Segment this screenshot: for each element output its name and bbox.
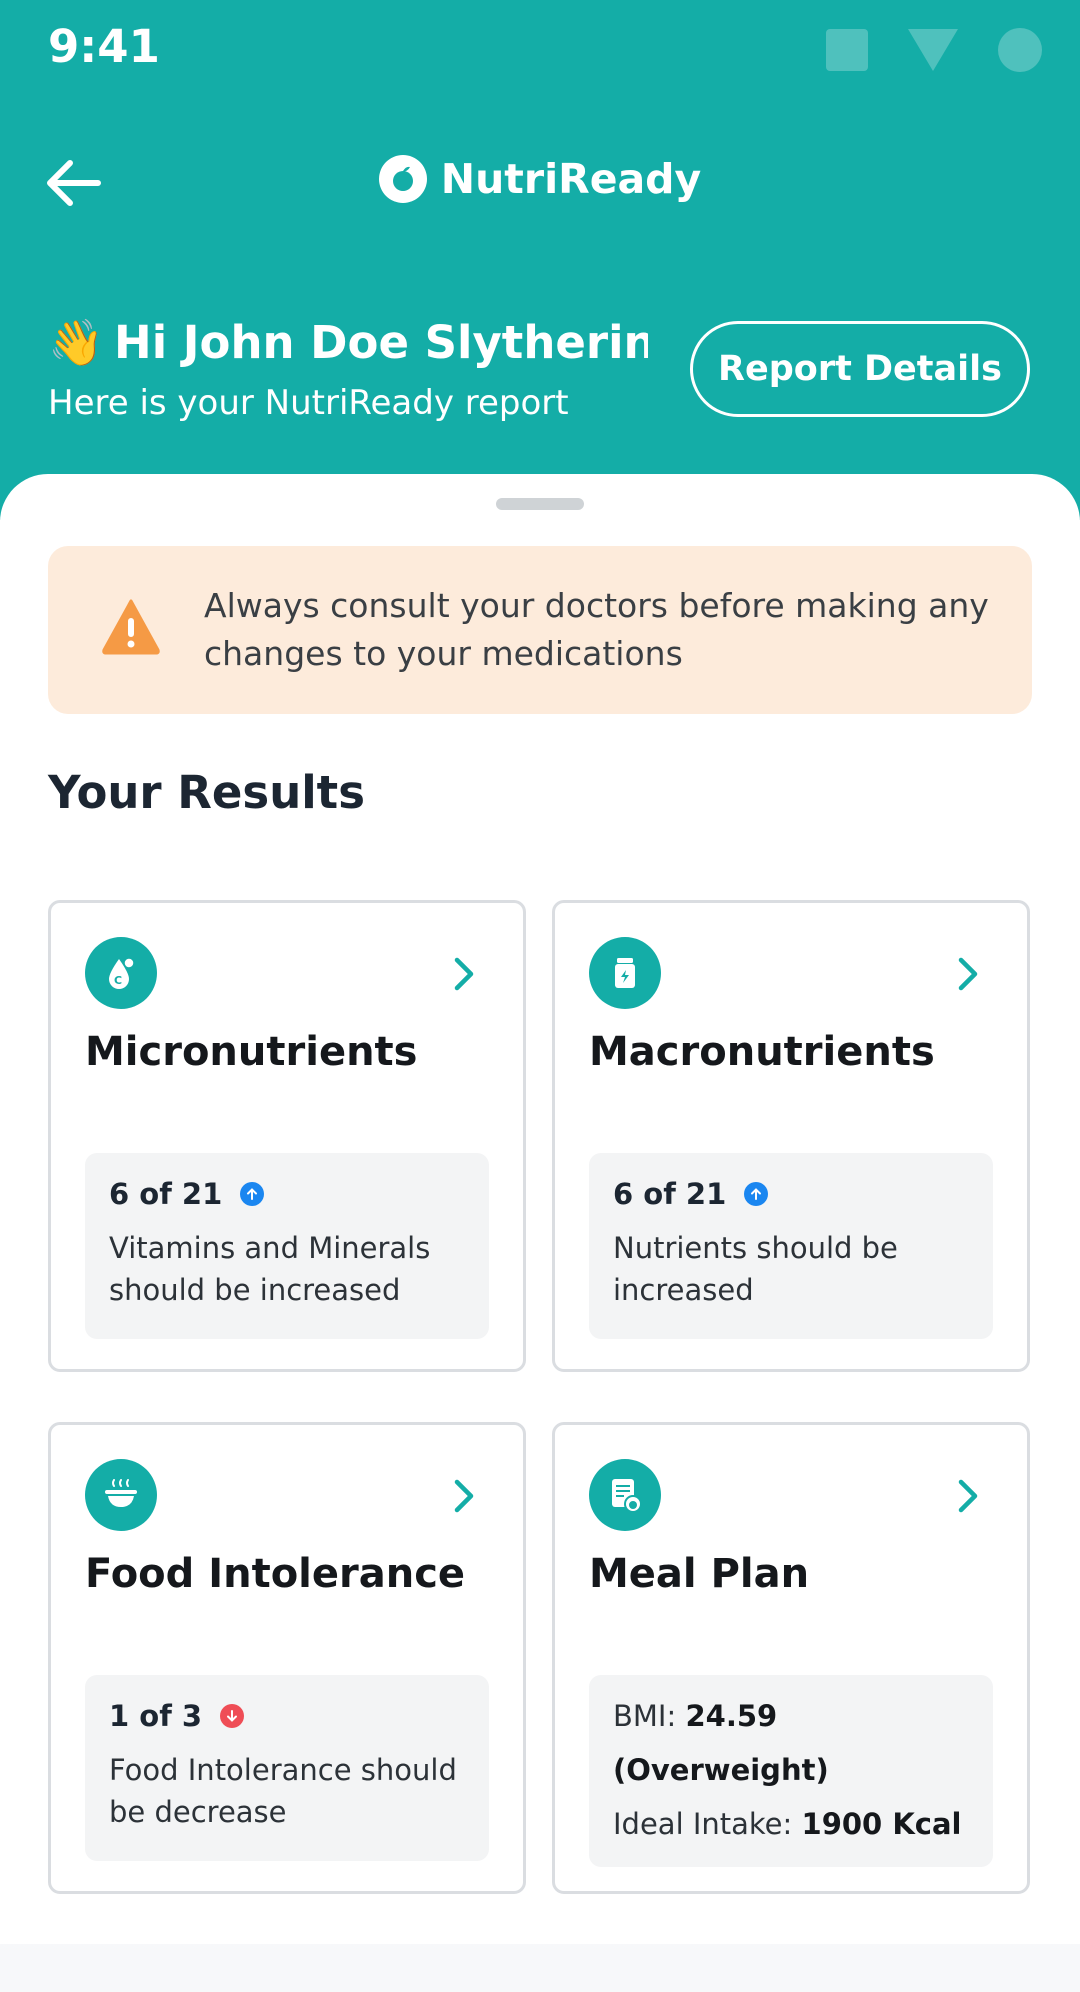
stat-line: 1 of 3 (109, 1699, 465, 1733)
food-intolerance-card[interactable]: Food Intolerance 1 of 3 Food Intolerance… (48, 1422, 526, 1894)
intake-row: Ideal Intake: 1900 Kcal (613, 1797, 969, 1851)
card-summary: 6 of 21 Nutrients should be increased (589, 1153, 993, 1339)
greeting-subtitle: Here is your NutriReady report (48, 383, 569, 423)
intake-label: Ideal Intake: (613, 1807, 793, 1841)
stat-count: 1 of 3 (109, 1699, 203, 1733)
report-details-button[interactable]: Report Details (690, 321, 1030, 417)
status-bar: 9:41 (0, 0, 1080, 96)
stat-count: 6 of 21 (109, 1177, 223, 1211)
chevron-right-icon (958, 1479, 978, 1513)
status-time: 9:41 (48, 20, 160, 73)
card-summary: BMI: 24.59 (Overweight) Ideal Intake: 19… (589, 1675, 993, 1867)
card-title: Meal Plan (589, 1551, 810, 1597)
battery-icon (998, 28, 1042, 72)
app-name: NutriReady (440, 155, 702, 203)
arrow-up-icon (744, 1182, 769, 1206)
apple-logo-icon (378, 155, 427, 203)
stat-line: 6 of 21 (613, 1177, 969, 1211)
food-bowl-icon (85, 1459, 157, 1531)
vitamin-drop-icon: C (85, 937, 157, 1009)
intake-value: 1900 Kcal (801, 1807, 962, 1841)
svg-text:C: C (114, 974, 122, 987)
waving-hand-icon: 👋 (48, 316, 105, 369)
drag-handle[interactable] (496, 498, 584, 510)
greeting: 👋 Hi John Doe Slytherin... Here is your … (48, 316, 648, 423)
arrow-up-icon (240, 1182, 265, 1206)
meal-plan-icon (589, 1459, 661, 1531)
warning-icon (102, 599, 160, 655)
stat-description: Nutrients should be increased (613, 1231, 898, 1307)
meal-plan-card[interactable]: Meal Plan BMI: 24.59 (Overweight) Ideal … (552, 1422, 1030, 1894)
app-header: 9:41 NutriReady 👋 Hi John Doe Slytherin.… (0, 0, 1080, 520)
results-sheet: Always consult your doctors before makin… (0, 474, 1080, 1944)
arrow-down-icon (220, 1704, 245, 1728)
status-icons (826, 28, 1042, 72)
stat-line: 6 of 21 (109, 1177, 465, 1211)
greeting-title: 👋 Hi John Doe Slytherin... (48, 316, 648, 369)
section-title: Your Results (48, 766, 365, 819)
status-square-icon (826, 29, 868, 71)
chevron-right-icon (958, 957, 978, 991)
supplement-jar-icon (589, 937, 661, 1009)
bmi-label: BMI: (613, 1699, 677, 1733)
wifi-icon (908, 29, 958, 71)
chevron-right-icon (454, 957, 474, 991)
stat-description: Vitamins and Minerals should be increase… (109, 1231, 431, 1307)
bmi-row: BMI: 24.59 (Overweight) (613, 1689, 969, 1797)
alert-text: Always consult your doctors before makin… (204, 586, 989, 673)
stat-description: Food Intolerance should be decrease (109, 1753, 457, 1829)
card-title: Food Intolerance (85, 1551, 466, 1597)
greeting-name: Hi John Doe Slytherin... (114, 316, 648, 369)
card-title: Macronutrients (589, 1029, 935, 1075)
card-summary: 6 of 21 Vitamins and Minerals should be … (85, 1153, 489, 1339)
stat-count: 6 of 21 (613, 1177, 727, 1211)
micronutrients-card[interactable]: C Micronutrients 6 of 21 Vitamins and Mi… (48, 900, 526, 1372)
card-title: Micronutrients (85, 1029, 418, 1075)
chevron-right-icon (454, 1479, 474, 1513)
medication-alert: Always consult your doctors before makin… (48, 546, 1032, 714)
macronutrients-card[interactable]: Macronutrients 6 of 21 Nutrients should … (552, 900, 1030, 1372)
app-brand: NutriReady (0, 155, 1080, 203)
card-summary: 1 of 3 Food Intolerance should be decrea… (85, 1675, 489, 1861)
